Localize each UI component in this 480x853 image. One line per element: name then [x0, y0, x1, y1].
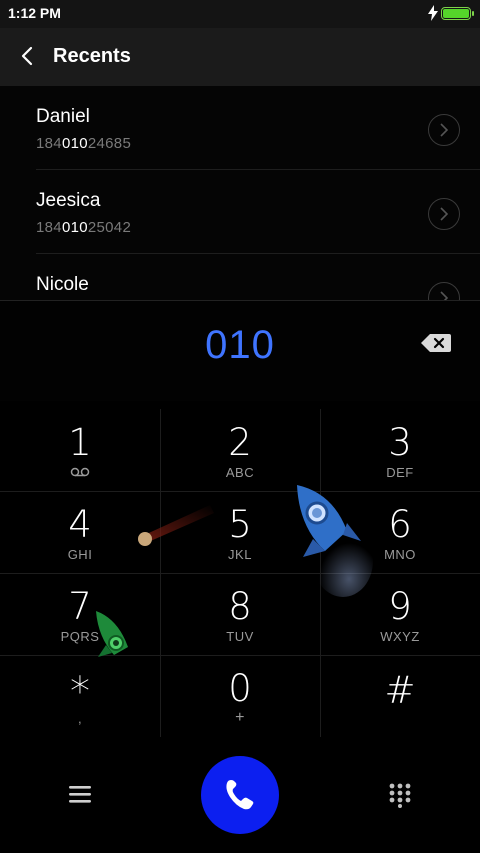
chevron-right-icon — [440, 291, 449, 300]
key-1[interactable]: 1 — [0, 409, 160, 491]
contact-details-button[interactable] — [428, 114, 460, 146]
status-time: 1:12 PM — [8, 5, 61, 21]
chevron-right-icon — [440, 207, 449, 221]
contact-name: Daniel — [36, 106, 90, 127]
back-arrow-icon[interactable] — [16, 44, 40, 68]
contact-details-button[interactable] — [428, 198, 460, 230]
number-match-highlight: 010 — [61, 219, 88, 236]
bottom-bar — [0, 737, 480, 853]
contact-name: Jeesica — [36, 190, 101, 211]
dial-input-area: 010 — [0, 301, 480, 401]
key-7[interactable]: 7 PQRS — [0, 573, 160, 655]
key-3[interactable]: 3 DEF — [320, 409, 480, 491]
key-star[interactable]: *, — [0, 655, 160, 737]
status-bar: 1:12 PM — [0, 0, 480, 28]
header: Recents — [0, 28, 480, 86]
recent-contact-row[interactable]: Daniel 18401024685 — [0, 86, 480, 170]
key-9[interactable]: 9 WXYZ — [320, 573, 480, 655]
key-4[interactable]: 4 GHI — [0, 491, 160, 573]
phone-icon — [226, 780, 254, 810]
dialpad: 1 2 ABC 3 DEF 4 GHI 5 JKL 6 MNO 7 PQRS 8 TUV 9W… — [0, 409, 480, 737]
key-0[interactable]: 0 + — [160, 655, 320, 737]
recent-contact-row[interactable]: Nicole — [0, 254, 480, 300]
contact-number: 18401025042 — [36, 219, 132, 236]
contact-name: Nicole — [36, 274, 89, 295]
key-5[interactable]: 5 JKL — [160, 491, 320, 573]
key-8[interactable]: 8 TUV — [160, 573, 320, 655]
voicemail-icon — [70, 467, 90, 477]
battery-icon — [441, 7, 474, 20]
charging-icon — [428, 5, 438, 21]
key-hash[interactable]: # — [320, 655, 480, 737]
chevron-right-icon — [440, 123, 449, 137]
call-button[interactable] — [201, 756, 279, 834]
contact-number: 18401024685 — [36, 135, 132, 152]
number-match-highlight: 010 — [61, 135, 88, 152]
key-2[interactable]: 2 ABC — [160, 409, 320, 491]
dial-input[interactable]: 010 — [0, 323, 480, 368]
hamburger-menu-icon[interactable] — [66, 783, 94, 805]
page-title: Recents — [53, 45, 131, 67]
contact-details-button[interactable] — [428, 282, 460, 300]
key-6[interactable]: 6 MNO — [320, 491, 480, 573]
dialpad-icon[interactable] — [387, 782, 413, 808]
backspace-icon[interactable] — [420, 332, 452, 354]
recents-list: Daniel 18401024685 Jeesica 18401025042 N… — [0, 86, 480, 300]
recent-contact-row[interactable]: Jeesica 18401025042 — [0, 170, 480, 254]
